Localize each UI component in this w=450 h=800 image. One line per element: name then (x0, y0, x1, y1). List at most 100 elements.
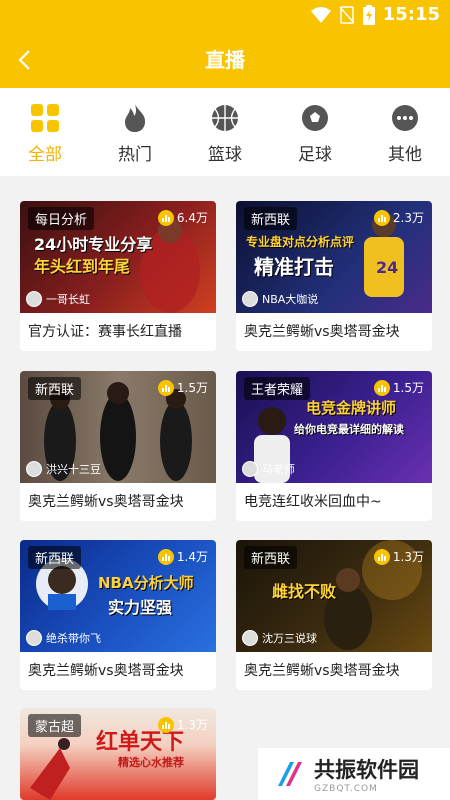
status-icons: 15:15 (310, 4, 440, 25)
page-title: 直播 (205, 48, 245, 72)
view-count: 1.5万 (157, 379, 208, 396)
no-sim-icon (339, 5, 355, 24)
anchor-info: 马老师 (242, 461, 295, 477)
avatar (242, 630, 258, 646)
banner-line: 雌找不败 (272, 582, 337, 601)
card-thumbnail: 红单天下 精选心水推荐 蒙古超 1.3万 (20, 708, 216, 800)
grid-icon (29, 102, 61, 134)
banner-line: 年头红到年尾 (34, 257, 131, 276)
card-thumbnail: 电竞金牌讲师 给你电竞最详细的解读 王者荣耀 1.5万 马老师 (236, 371, 432, 483)
svg-text:24: 24 (376, 258, 398, 277)
card-title: 奥克兰鳄蜥vs奥塔哥金块 (28, 663, 184, 679)
banner-line: 电竞金牌讲师 (306, 399, 397, 417)
banner-line: 24小时专业分享 (34, 235, 153, 254)
category-label: 篮球 (208, 145, 242, 165)
view-count-text: 6.4万 (176, 211, 208, 225)
view-count-text: 2.3万 (392, 211, 424, 225)
site-watermark: 共振软件园 GZBQT.COM (258, 748, 450, 800)
back-button[interactable] (8, 44, 40, 76)
banner-line: 给你电竞最详细的解读 (294, 423, 404, 436)
view-count: 1.5万 (373, 379, 424, 396)
live-card[interactable]: 红单天下 精选心水推荐 蒙古超 1.3万 (20, 708, 216, 800)
viewers-icon (373, 209, 390, 226)
view-count-text: 1.3万 (176, 718, 208, 732)
viewers-icon (157, 548, 174, 565)
view-count-text: 1.3万 (392, 550, 424, 564)
view-count-text: 1.5万 (392, 381, 424, 395)
banner-line: NBA分析大师 (98, 574, 194, 592)
watermark-logo-icon (278, 762, 302, 786)
card-title: 奥克兰鳄蜥vs奥塔哥金块 (244, 663, 400, 679)
view-count: 6.4万 (157, 209, 208, 226)
card-title: 电竞连红收米回血中~ (244, 494, 382, 510)
category-all[interactable]: 全部 (5, 88, 85, 176)
category-basketball[interactable]: 篮球 (185, 88, 265, 176)
watermark-title: 共振软件园 (314, 758, 419, 782)
view-count-text: 1.4万 (176, 550, 208, 564)
anchor-info: NBA大咖说 (242, 291, 318, 307)
watermark-text: 共振软件园 GZBQT.COM (314, 754, 419, 794)
category-label: 热门 (118, 145, 152, 165)
league-tag: 新西联 (244, 546, 298, 569)
category-other[interactable]: 其他 (365, 88, 445, 176)
wifi-icon (310, 6, 331, 23)
viewers-icon (157, 209, 174, 226)
more-icon (389, 102, 421, 134)
card-title: 奥克兰鳄蜥vs奥塔哥金块 (244, 324, 400, 340)
league-tag: 新西联 (244, 207, 298, 230)
view-count: 1.3万 (157, 716, 208, 733)
category-label: 足球 (298, 145, 332, 165)
avatar (26, 461, 42, 477)
anchor-name: 一哥长虹 (46, 293, 90, 306)
banner-line: 精准打击 (254, 255, 334, 279)
card-thumbnail: 新西联 1.5万 洪兴十三豆 (20, 371, 216, 483)
live-card[interactable]: 新西联 1.5万 洪兴十三豆 奥克兰鳄蜥vs奥塔哥金块 (20, 371, 216, 521)
anchor-name: 洪兴十三豆 (46, 463, 101, 476)
view-count-text: 1.5万 (176, 381, 208, 395)
view-count: 2.3万 (373, 209, 424, 226)
live-card[interactable]: 24小时专业分享 年头红到年尾 每日分析 6.4万 一哥长虹 官方认证：赛事长红… (20, 201, 216, 351)
viewers-icon (157, 379, 174, 396)
live-card[interactable]: NBA分析大师 实力坚强 新西联 1.4万 绝杀带你飞 奥克兰鳄蜥vs奥塔哥金块 (20, 540, 216, 690)
avatar (26, 291, 42, 307)
category-hot[interactable]: 热门 (95, 88, 175, 176)
card-thumbnail: 雌找不败 新西联 1.3万 沈万三说球 (236, 540, 432, 652)
battery-icon (362, 4, 375, 25)
league-tag: 每日分析 (28, 207, 95, 230)
banner-line: 实力坚强 (108, 598, 173, 617)
basketball-icon (209, 102, 241, 134)
anchor-info: 沈万三说球 (242, 630, 317, 646)
view-count: 1.4万 (157, 548, 208, 565)
league-tag: 蒙古超 (28, 714, 82, 737)
banner-line: 专业盘对点分析点评 (246, 235, 355, 249)
anchor-info: 一哥长虹 (26, 291, 90, 307)
clock: 15:15 (382, 4, 440, 25)
anchor-info: 洪兴十三豆 (26, 461, 101, 477)
anchor-name: 沈万三说球 (262, 632, 317, 645)
anchor-info: 绝杀带你飞 (26, 630, 101, 646)
card-title: 官方认证：赛事长红直播 (28, 324, 182, 340)
card-thumbnail: NBA分析大师 实力坚强 新西联 1.4万 绝杀带你飞 (20, 540, 216, 652)
league-tag: 新西联 (28, 377, 82, 400)
banner-line: 精选心水推荐 (118, 756, 184, 769)
live-card[interactable]: 24 专业盘对点分析点评 精准打击 新西联 2.3万 NBA大咖说 奥克兰鳄蜥v… (236, 201, 432, 351)
category-label: 全部 (28, 145, 62, 165)
category-bar: 全部 热门 篮球 足球 其他 (0, 88, 450, 176)
live-card[interactable]: 雌找不败 新西联 1.3万 沈万三说球 奥克兰鳄蜥vs奥塔哥金块 (236, 540, 432, 690)
league-tag: 王者荣耀 (244, 377, 311, 400)
app-header: 直播 (0, 32, 450, 88)
avatar (242, 291, 258, 307)
view-count: 1.3万 (373, 548, 424, 565)
viewers-icon (157, 716, 174, 733)
avatar (26, 630, 42, 646)
category-soccer[interactable]: 足球 (275, 88, 355, 176)
avatar (242, 461, 258, 477)
anchor-name: 绝杀带你飞 (46, 632, 101, 645)
live-card[interactable]: 电竞金牌讲师 给你电竞最详细的解读 王者荣耀 1.5万 马老师 电竞连红收米回血… (236, 371, 432, 521)
category-label: 其他 (388, 145, 422, 165)
soccer-ball-icon (299, 102, 331, 134)
status-bar: 15:15 (0, 0, 450, 32)
league-tag: 新西联 (28, 546, 82, 569)
viewers-icon (373, 379, 390, 396)
anchor-name: NBA大咖说 (262, 293, 319, 306)
